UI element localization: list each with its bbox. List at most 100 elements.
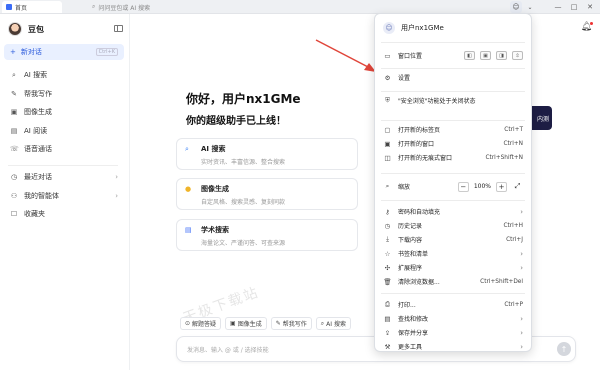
menu-item-label: 打开新的标签页 bbox=[398, 127, 441, 134]
card-image-gen[interactable]: ● 图像生成 自定风格、搜索灵感、复刻同款 bbox=[176, 178, 358, 210]
send-icon[interactable]: ↑ bbox=[557, 342, 571, 356]
menu-divider bbox=[381, 68, 525, 69]
browser-tab[interactable]: 首页 bbox=[2, 1, 62, 13]
image-icon: ▣ bbox=[230, 320, 236, 327]
dock-vertical-icon[interactable]: ⇳ bbox=[512, 51, 523, 60]
chip-image-gen[interactable]: ▣ 图像生成 bbox=[225, 317, 267, 330]
book-icon: ▤ bbox=[185, 226, 192, 234]
menu-settings[interactable]: ⚙ 设置 bbox=[375, 71, 531, 84]
search-icon: ⌕ bbox=[12, 70, 16, 79]
brand[interactable]: 豆包 bbox=[8, 22, 44, 36]
sidebar-item-favorites[interactable]: ☐ 收藏夹 bbox=[4, 205, 124, 224]
close-button[interactable]: ✕ bbox=[584, 1, 596, 13]
trash-icon: 🗑︎ bbox=[383, 277, 392, 286]
card-ai-search[interactable]: ⌕ AI 搜索 实时资讯、丰富信源、整合搜索 bbox=[176, 138, 358, 170]
minimize-button[interactable]: — bbox=[552, 1, 564, 13]
brand-name: 豆包 bbox=[28, 24, 44, 34]
menu-extensions[interactable]: ✣ 扩展程序 › bbox=[375, 261, 531, 274]
bookmark-icon: ☐ bbox=[10, 210, 18, 219]
sidebar-item-writing[interactable]: ✎ 帮我写作 bbox=[4, 85, 124, 104]
card-title: 图像生成 bbox=[201, 185, 229, 193]
menu-passwords[interactable]: ⚷ 密码和自动填充 › bbox=[375, 205, 531, 218]
bell-icon[interactable]: 🔔︎ bbox=[581, 22, 593, 32]
menu-window-position: ▭ 窗口位置 ◧ ▣ ◨ ⇳ bbox=[375, 49, 531, 62]
menu-item-label: 设置 bbox=[398, 75, 411, 82]
card-academic-search[interactable]: ▤ 学术搜索 海量论文、严谨问答、可查来源 bbox=[176, 219, 358, 251]
sidebar-item-agents[interactable]: ⚇ 我的智能体 › bbox=[4, 187, 124, 206]
zoom-controls: − 100% + ⤢ bbox=[457, 181, 523, 192]
new-chat-label: 新对话 bbox=[20, 48, 42, 56]
greeting: 你好，用户nx1GMe bbox=[186, 92, 301, 106]
menu-print[interactable]: ⎙ 打印... Ctrl+P bbox=[375, 298, 531, 311]
chip-label: 解题答疑 bbox=[192, 321, 217, 328]
menu-history[interactable]: ◷ 历史记录 Ctrl+H bbox=[375, 219, 531, 232]
menu-new-tab[interactable]: ▢ 打开新的标签页 Ctrl+T bbox=[375, 123, 531, 136]
sidebar-item-label: 收藏夹 bbox=[24, 210, 45, 219]
window-icon: ▭ bbox=[384, 51, 391, 60]
card-title: 学术搜索 bbox=[201, 226, 229, 234]
menu-item-label: 缩放 bbox=[398, 184, 411, 191]
menu-item-label: "安全浏览"功能处于关闭状态 bbox=[398, 98, 476, 105]
address-bar[interactable]: ⌕ 问问豆包或 AI 搜索 bbox=[92, 2, 512, 12]
zoom-out-button[interactable]: − bbox=[457, 181, 469, 192]
sidebar-divider bbox=[8, 165, 118, 166]
menu-safe-browsing[interactable]: ⛨ "安全浏览"功能处于关闭状态 bbox=[375, 94, 531, 107]
fullscreen-icon[interactable]: ⤢ bbox=[512, 182, 523, 192]
sidebar-item-label: 我的智能体 bbox=[24, 191, 59, 200]
more-menu-icon[interactable]: ⌄ bbox=[524, 1, 536, 13]
avatar bbox=[8, 22, 22, 36]
chip-ai-search[interactable]: ⌕ AI 搜索 bbox=[315, 317, 351, 330]
card-desc: 自定风格、搜索灵感、复刻同款 bbox=[201, 199, 286, 206]
menu-item-label: 打开新的无痕式窗口 bbox=[398, 155, 453, 162]
maximize-button[interactable]: □ bbox=[568, 1, 580, 13]
chip-label: 帮我写作 bbox=[282, 321, 307, 328]
menu-save-share[interactable]: ⇪ 保存并分享 › bbox=[375, 326, 531, 339]
dock-center-icon[interactable]: ▣ bbox=[480, 51, 491, 60]
sidebar-item-label: AI 搜索 bbox=[24, 71, 48, 80]
dock-right-icon[interactable]: ◨ bbox=[496, 51, 507, 60]
printer-icon: ⎙ bbox=[384, 300, 391, 308]
browser-menu: ☺ 用户nx1GMe ▭ 窗口位置 ◧ ▣ ◨ ⇳ ⚙ 设置 ⛨ "安全浏览"功… bbox=[374, 13, 532, 352]
title-bar: 首页 ⌕ 问问豆包或 AI 搜索 ☺ ⌄ — □ ✕ bbox=[0, 0, 600, 14]
puzzle-icon: ✣ bbox=[384, 263, 391, 272]
menu-new-window[interactable]: ▣ 打开新的窗口 Ctrl+N bbox=[375, 137, 531, 150]
menu-item-shortcut: Ctrl+Shift+Del bbox=[480, 278, 523, 285]
toolbox-icon: ⚒ bbox=[384, 342, 391, 351]
menu-divider bbox=[381, 120, 525, 121]
menu-downloads[interactable]: ⤓ 下载内容 Ctrl+J bbox=[375, 233, 531, 246]
chip-writing[interactable]: ✎ 帮我写作 bbox=[270, 317, 312, 330]
sidebar-item-voice-call[interactable]: ☏ 语音通话 bbox=[4, 140, 124, 159]
sidebar-item-ai-reading[interactable]: ▤ AI 阅读 bbox=[4, 122, 124, 141]
chip-solve[interactable]: ⊙ 解题答疑 bbox=[180, 317, 222, 330]
dock-left-icon[interactable]: ◧ bbox=[464, 51, 475, 60]
menu-clear-data[interactable]: 🗑︎ 清除浏览数据... Ctrl+Shift+Del bbox=[375, 275, 531, 288]
gear-icon: ⚙ bbox=[384, 73, 391, 82]
sidebar-item-recent[interactable]: ◷ 最近对话 › bbox=[4, 168, 124, 187]
menu-item-shortcut: Ctrl+P bbox=[504, 301, 523, 308]
history-icon: ◷ bbox=[384, 221, 391, 230]
zoom-value: 100% bbox=[473, 183, 491, 190]
sidebar-collapse-icon[interactable] bbox=[114, 25, 123, 32]
menu-profile[interactable]: ☺ 用户nx1GMe bbox=[383, 22, 444, 34]
sidebar-item-ai-search[interactable]: ⌕ AI 搜索 bbox=[4, 66, 124, 85]
menu-more-tools[interactable]: ⚒ 更多工具 › bbox=[375, 340, 531, 353]
menu-divider bbox=[381, 293, 525, 294]
card-desc: 海量论文、严谨问答、可查来源 bbox=[201, 240, 286, 247]
new-chat-button[interactable]: + 新对话 Ctrl+K bbox=[4, 44, 124, 60]
menu-bookmarks[interactable]: ☆ 书签和清单 › bbox=[375, 247, 531, 260]
zoom-in-button[interactable]: + bbox=[496, 181, 507, 192]
menu-incognito[interactable]: ◫ 打开新的无痕式窗口 Ctrl+Shift+N bbox=[375, 151, 531, 164]
star-icon: ☆ bbox=[384, 249, 391, 258]
chevron-right-icon: › bbox=[520, 263, 523, 272]
find-icon: ▤ bbox=[384, 314, 391, 323]
chevron-right-icon: › bbox=[520, 207, 523, 216]
incognito-icon: ◫ bbox=[384, 153, 391, 162]
profile-menu-button[interactable]: ☺ bbox=[510, 1, 522, 13]
agent-icon: ⚇ bbox=[10, 191, 18, 200]
sidebar-item-label: 最近对话 bbox=[24, 173, 52, 182]
sidebar-item-image-gen[interactable]: ▣ 图像生成 bbox=[4, 103, 124, 122]
chip-label: 图像生成 bbox=[237, 321, 262, 328]
menu-find[interactable]: ▤ 查找和修改 › bbox=[375, 312, 531, 325]
search-icon: ⌕ bbox=[185, 145, 189, 153]
phone-icon: ☏ bbox=[10, 145, 19, 154]
